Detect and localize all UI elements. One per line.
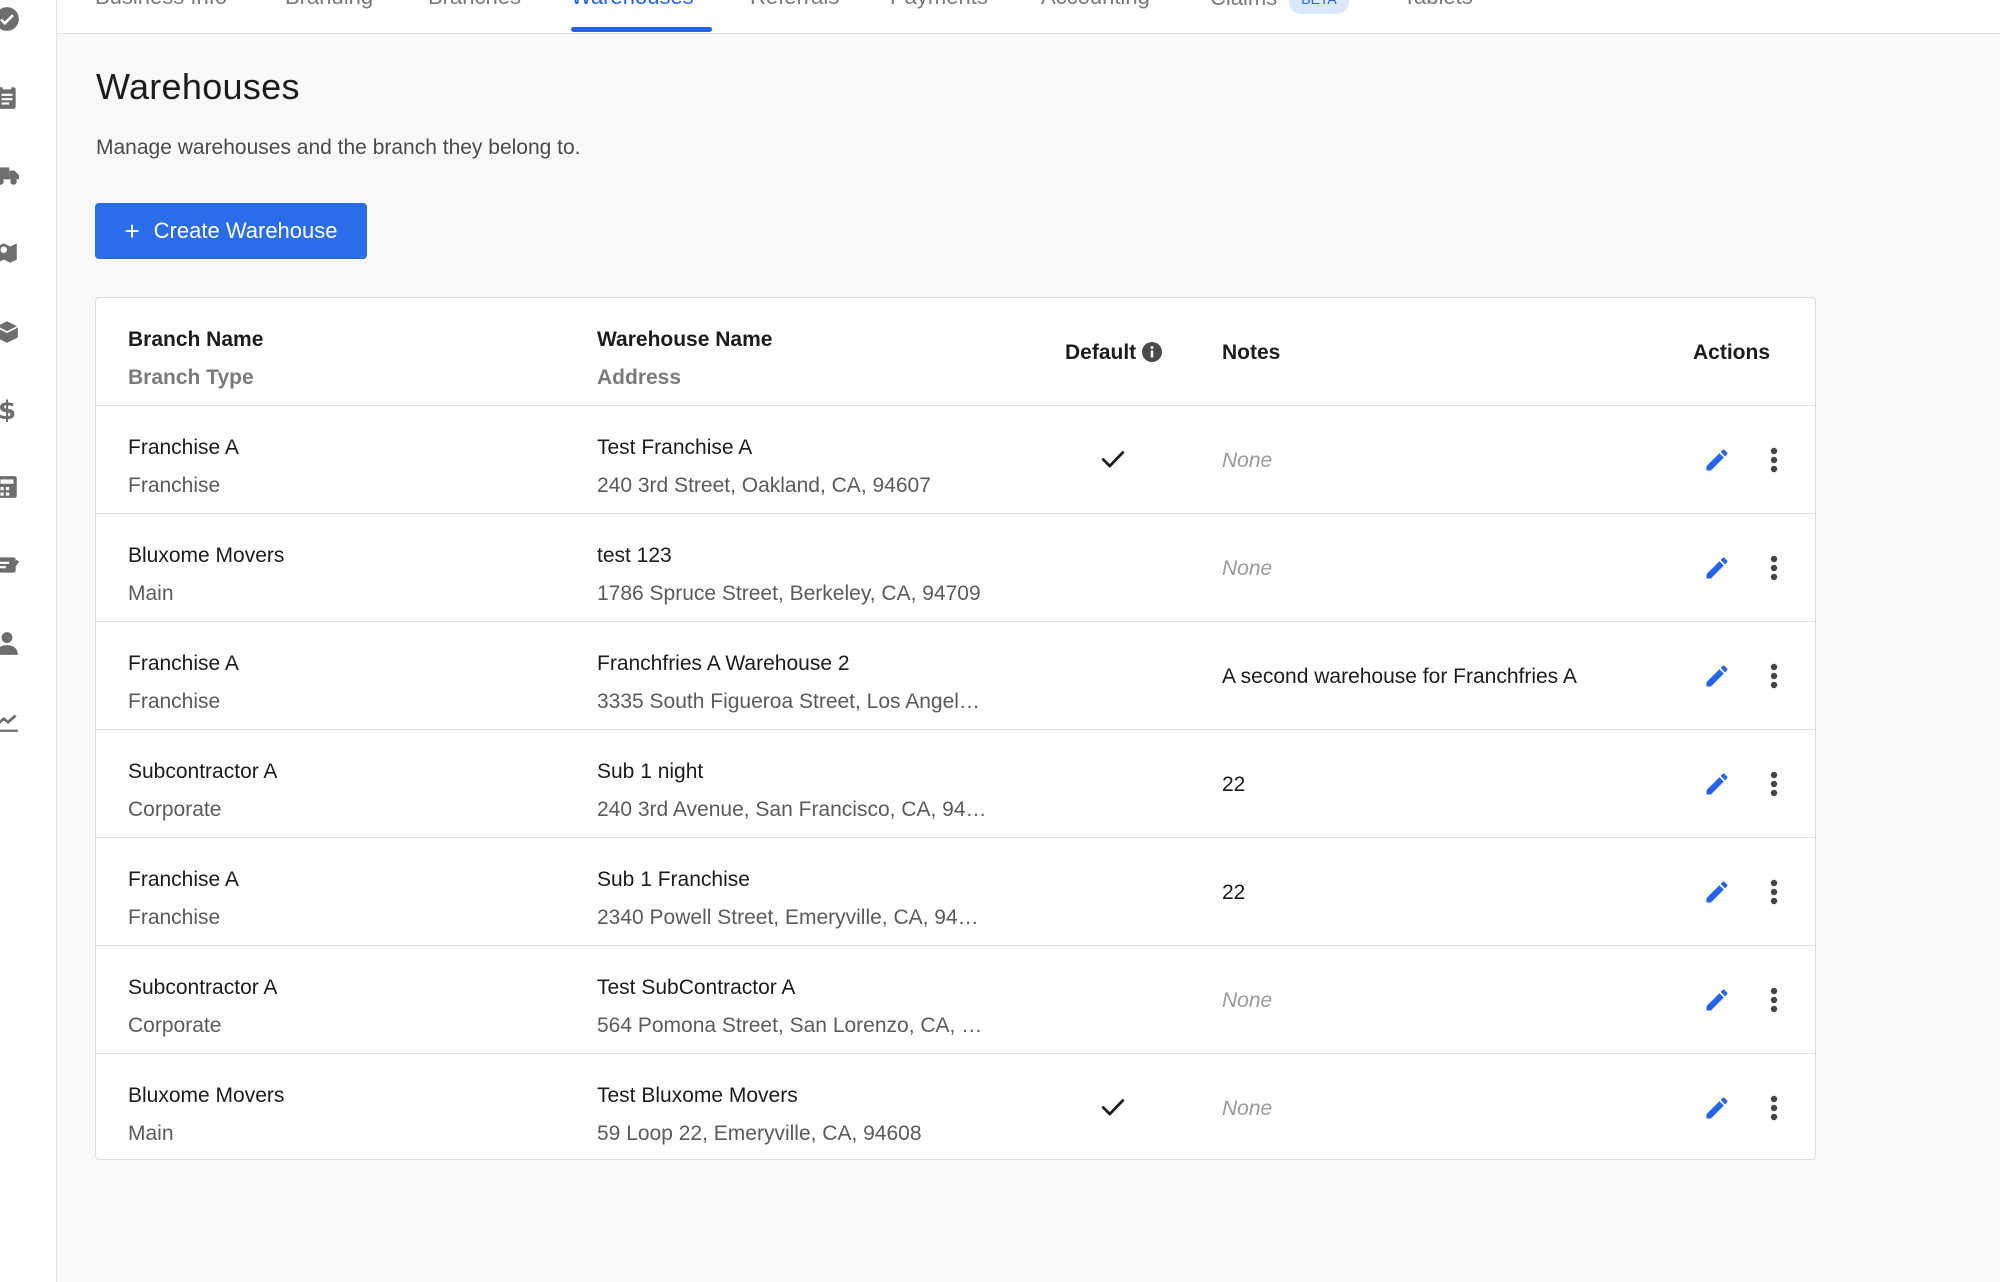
- warehouse-address: 3335 South Figueroa Street, Los Angel…: [597, 690, 980, 713]
- ticket-icon[interactable]: [0, 552, 20, 578]
- dollar-icon[interactable]: $: [0, 396, 20, 422]
- active-tab-indicator: [571, 27, 712, 32]
- table-header: Branch Name Branch Type Warehouse Name A…: [96, 298, 1815, 406]
- tab-payments[interactable]: Payments: [890, 0, 988, 10]
- warehouse-notes: 22: [1222, 881, 1246, 904]
- more-vertical-icon[interactable]: [1762, 1093, 1786, 1123]
- table-row: Bluxome Movers Main test 123 1786 Spruce St…: [96, 514, 1815, 622]
- beta-badge: BETA: [1289, 0, 1349, 14]
- warehouse-notes: 22: [1222, 773, 1246, 796]
- page-subtitle: Manage warehouses and the branch they be…: [96, 136, 581, 159]
- edit-pencil-icon[interactable]: [1702, 769, 1732, 799]
- warehouse-address: 240 3rd Street, Oakland, CA, 94607: [597, 474, 931, 497]
- edit-pencil-icon[interactable]: [1702, 661, 1732, 691]
- tab-accounting[interactable]: Accounting: [1041, 0, 1150, 10]
- create-warehouse-label: Create Warehouse: [153, 218, 338, 243]
- check-circle-icon[interactable]: [0, 6, 20, 32]
- more-vertical-icon[interactable]: [1762, 769, 1786, 799]
- branch-name: Subcontractor A: [128, 760, 278, 783]
- truck-icon[interactable]: [0, 162, 20, 188]
- warehouse-name: Test Franchise A: [597, 436, 753, 459]
- default-check-icon: [1100, 446, 1126, 472]
- branch-type: Franchise: [128, 906, 221, 929]
- tab-claims-label: Claims: [1210, 0, 1277, 10]
- warehouse-name: Test SubContractor A: [597, 976, 796, 999]
- header-branch-type: Branch Type: [128, 366, 254, 389]
- header-actions: Actions: [1693, 341, 1771, 364]
- info-icon[interactable]: [1142, 342, 1163, 362]
- branch-name: Franchise A: [128, 436, 239, 459]
- branch-name: Bluxome Movers: [128, 544, 285, 567]
- header-default-label: Default: [1065, 341, 1137, 364]
- branch-name: Subcontractor A: [128, 976, 278, 999]
- more-vertical-icon[interactable]: [1762, 553, 1786, 583]
- tab-warehouses[interactable]: Warehouses: [571, 0, 694, 10]
- plus-icon: +: [124, 216, 140, 246]
- tab-branding[interactable]: Branding: [285, 0, 373, 10]
- branch-name: Franchise A: [128, 652, 239, 675]
- create-warehouse-button[interactable]: + Create Warehouse: [95, 203, 367, 259]
- warehouse-notes: None: [1222, 449, 1273, 472]
- page-title: Warehouses: [96, 66, 300, 107]
- warehouse-address: 2340 Powell Street, Emeryville, CA, 94…: [597, 906, 979, 929]
- table-row: Subcontractor A Corporate Test SubContract…: [96, 946, 1815, 1054]
- edit-pencil-icon[interactable]: [1702, 1093, 1732, 1123]
- tab-referrals[interactable]: Referrals: [750, 0, 839, 10]
- default-check-icon: [1100, 1094, 1126, 1120]
- warehouse-notes: A second warehouse for Franchfries A: [1222, 665, 1577, 688]
- warehouse-notes: None: [1222, 989, 1273, 1012]
- branch-type: Corporate: [128, 1014, 222, 1037]
- box-icon[interactable]: [0, 318, 20, 344]
- warehouse-address: 564 Pomona Street, San Lorenzo, CA, …: [597, 1014, 983, 1037]
- edit-pencil-icon[interactable]: [1702, 445, 1732, 475]
- clipboard-icon[interactable]: [0, 84, 20, 110]
- table-row: Franchise A Franchise Test Franchise A 240 …: [96, 406, 1815, 514]
- header-branch-name: Branch Name: [128, 328, 264, 351]
- warehouse-name: Sub 1 Franchise: [597, 868, 750, 891]
- chart-icon[interactable]: [0, 708, 20, 734]
- warehouse-notes: None: [1222, 1097, 1273, 1120]
- tab-tablets[interactable]: Tablets: [1403, 0, 1473, 10]
- more-vertical-icon[interactable]: [1762, 985, 1786, 1015]
- warehouse-name: Sub 1 night: [597, 760, 704, 783]
- header-warehouse-name: Warehouse Name: [597, 328, 773, 351]
- table-row: Franchise A Franchise Sub 1 Franchise 2340 …: [96, 838, 1815, 946]
- tab-branches[interactable]: Branches: [428, 0, 521, 10]
- header-address: Address: [597, 366, 682, 389]
- branch-type: Franchise: [128, 690, 221, 713]
- tab-claims[interactable]: Claims BETA: [1210, 0, 1349, 14]
- svg-text:$: $: [0, 396, 16, 422]
- table-row: Franchise A Franchise Franchfries A Wareho…: [96, 622, 1815, 730]
- branch-type: Franchise: [128, 474, 221, 497]
- warehouse-name: test 123: [597, 544, 672, 567]
- edit-pencil-icon[interactable]: [1702, 985, 1732, 1015]
- tab-business-info[interactable]: Business Info: [95, 0, 227, 10]
- warehouse-name: Test Bluxome Movers: [597, 1084, 798, 1107]
- warehouses-table: Branch Name Branch Type Warehouse Name A…: [95, 297, 1816, 1160]
- header-notes: Notes: [1222, 341, 1281, 364]
- edit-pencil-icon[interactable]: [1702, 877, 1732, 907]
- more-vertical-icon[interactable]: [1762, 445, 1786, 475]
- table-row: Bluxome Movers Main Test Bluxome Movers 59 …: [96, 1054, 1815, 1159]
- settings-tabs: Business Info Branding Branches Warehous…: [57, 0, 2000, 34]
- warehouse-name: Franchfries A Warehouse 2: [597, 652, 850, 675]
- header-default: Default: [1065, 341, 1163, 365]
- more-vertical-icon[interactable]: [1762, 661, 1786, 691]
- branch-type: Main: [128, 1122, 174, 1145]
- calculator-icon[interactable]: [0, 474, 20, 500]
- more-vertical-icon[interactable]: [1762, 877, 1786, 907]
- branch-type: Corporate: [128, 798, 222, 821]
- user-icon[interactable]: [0, 630, 20, 656]
- warehouse-address: 59 Loop 22, Emeryville, CA, 94608: [597, 1122, 922, 1145]
- table-row: Subcontractor A Corporate Sub 1 night 240 3…: [96, 730, 1815, 838]
- branch-name: Bluxome Movers: [128, 1084, 285, 1107]
- warehouse-address: 1786 Spruce Street, Berkeley, CA, 94709: [597, 582, 981, 605]
- edit-pencil-icon[interactable]: [1702, 553, 1732, 583]
- branch-type: Main: [128, 582, 174, 605]
- left-sidebar: $: [0, 0, 57, 1282]
- map-icon[interactable]: [0, 240, 20, 266]
- warehouse-address: 240 3rd Avenue, San Francisco, CA, 94…: [597, 798, 987, 821]
- branch-name: Franchise A: [128, 868, 239, 891]
- warehouse-notes: None: [1222, 557, 1273, 580]
